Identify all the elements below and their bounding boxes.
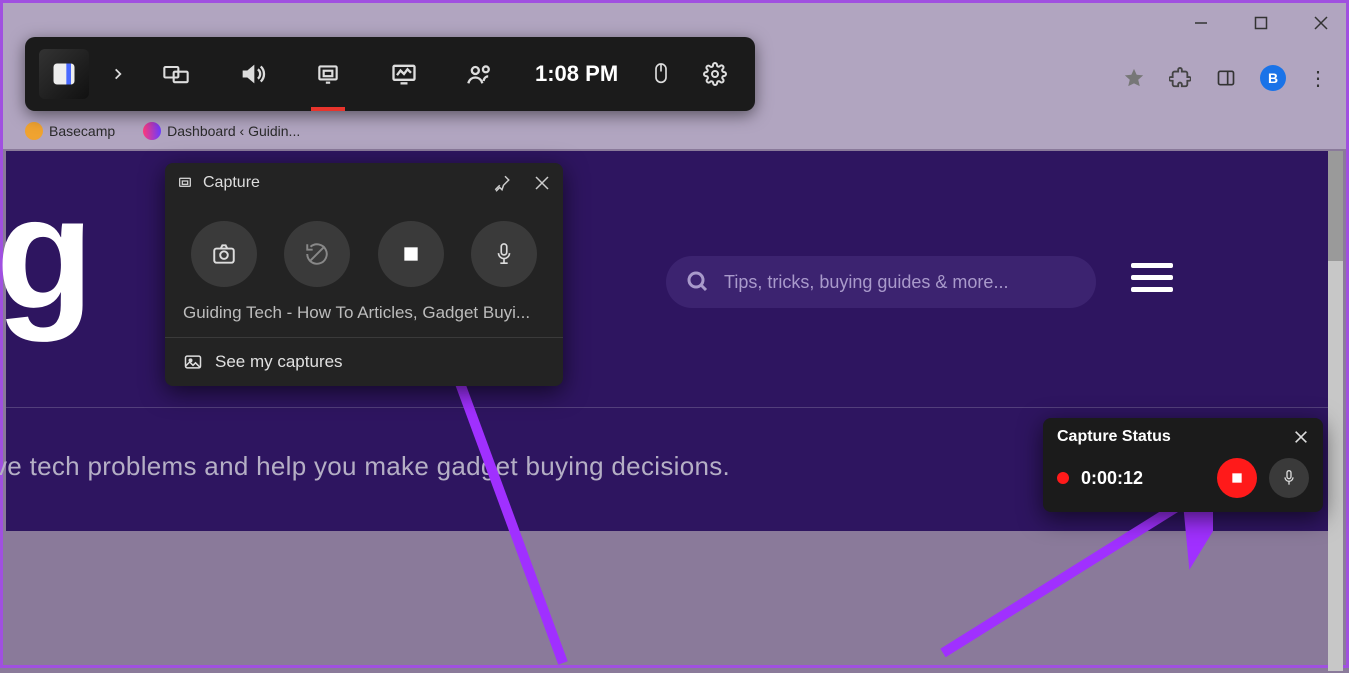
capture-widget-header: Capture xyxy=(165,163,563,203)
pin-icon[interactable] xyxy=(493,174,511,192)
bookmark-label: Basecamp xyxy=(49,123,115,139)
settings-icon[interactable] xyxy=(690,44,740,104)
divider xyxy=(6,407,1328,408)
close-icon[interactable] xyxy=(533,174,551,192)
see-captures-label: See my captures xyxy=(215,352,343,372)
capture-status-widget: Capture Status 0:00:12 xyxy=(1043,418,1323,512)
capture-widget: Capture Guiding Tech - How To Articles, … xyxy=(165,163,563,386)
scrollbar-thumb[interactable] xyxy=(1328,151,1343,261)
stop-button[interactable] xyxy=(1217,458,1257,498)
performance-icon[interactable] xyxy=(369,44,439,104)
xbox-social-icon[interactable] xyxy=(445,44,515,104)
tagline-text: ve tech problems and help you make gadge… xyxy=(0,451,730,482)
screenshot-button[interactable] xyxy=(191,221,257,287)
chrome-menu-icon[interactable]: ⋮ xyxy=(1308,66,1328,91)
audio-icon[interactable] xyxy=(217,44,287,104)
maximize-button[interactable] xyxy=(1246,8,1276,38)
pinned-app-icon[interactable] xyxy=(39,49,89,99)
capture-small-icon xyxy=(177,175,193,191)
capture-widget-title: Capture xyxy=(203,174,260,192)
bookmark-item[interactable]: Basecamp xyxy=(25,122,115,140)
microphone-toggle-button[interactable] xyxy=(1269,458,1309,498)
bookmark-label: Dashboard ‹ Guidin... xyxy=(167,123,300,139)
side-panel-icon[interactable] xyxy=(1214,66,1238,90)
page-overlay xyxy=(6,531,1328,662)
bookmark-item[interactable]: Dashboard ‹ Guidin... xyxy=(143,122,300,140)
microphone-button[interactable] xyxy=(471,221,537,287)
record-last-button[interactable] xyxy=(284,221,350,287)
widgets-icon[interactable] xyxy=(141,44,211,104)
guidingtech-icon xyxy=(143,122,161,140)
extensions-icon[interactable] xyxy=(1168,66,1192,90)
search-icon xyxy=(686,270,710,294)
bookmarks-bar: Basecamp Dashboard ‹ Guidin... xyxy=(3,113,1346,149)
elapsed-time: 0:00:12 xyxy=(1081,468,1205,489)
minimize-button[interactable] xyxy=(1186,8,1216,38)
recording-indicator-icon xyxy=(1057,472,1069,484)
capture-window-caption: Guiding Tech - How To Articles, Gadget B… xyxy=(165,297,563,338)
basecamp-icon xyxy=(25,122,43,140)
see-captures-button[interactable]: See my captures xyxy=(165,338,563,386)
gallery-icon xyxy=(183,352,203,372)
close-icon[interactable] xyxy=(1293,429,1309,445)
star-icon[interactable] xyxy=(1122,66,1146,90)
capture-status-title: Capture Status xyxy=(1057,428,1171,446)
capture-icon[interactable] xyxy=(293,44,363,104)
xbox-game-bar: 1:08 PM xyxy=(25,37,755,111)
search-input[interactable]: Tips, tricks, buying guides & more... xyxy=(666,256,1096,308)
stop-recording-button[interactable] xyxy=(378,221,444,287)
mouse-icon[interactable] xyxy=(638,44,684,104)
menu-button[interactable] xyxy=(1131,263,1173,292)
search-placeholder: Tips, tricks, buying guides & more... xyxy=(724,272,1008,293)
chevron-right-icon[interactable] xyxy=(101,44,135,104)
site-logo-letter: g xyxy=(0,161,94,345)
gamebar-clock: 1:08 PM xyxy=(521,61,632,87)
close-button[interactable] xyxy=(1306,8,1336,38)
profile-avatar[interactable]: B xyxy=(1260,65,1286,91)
